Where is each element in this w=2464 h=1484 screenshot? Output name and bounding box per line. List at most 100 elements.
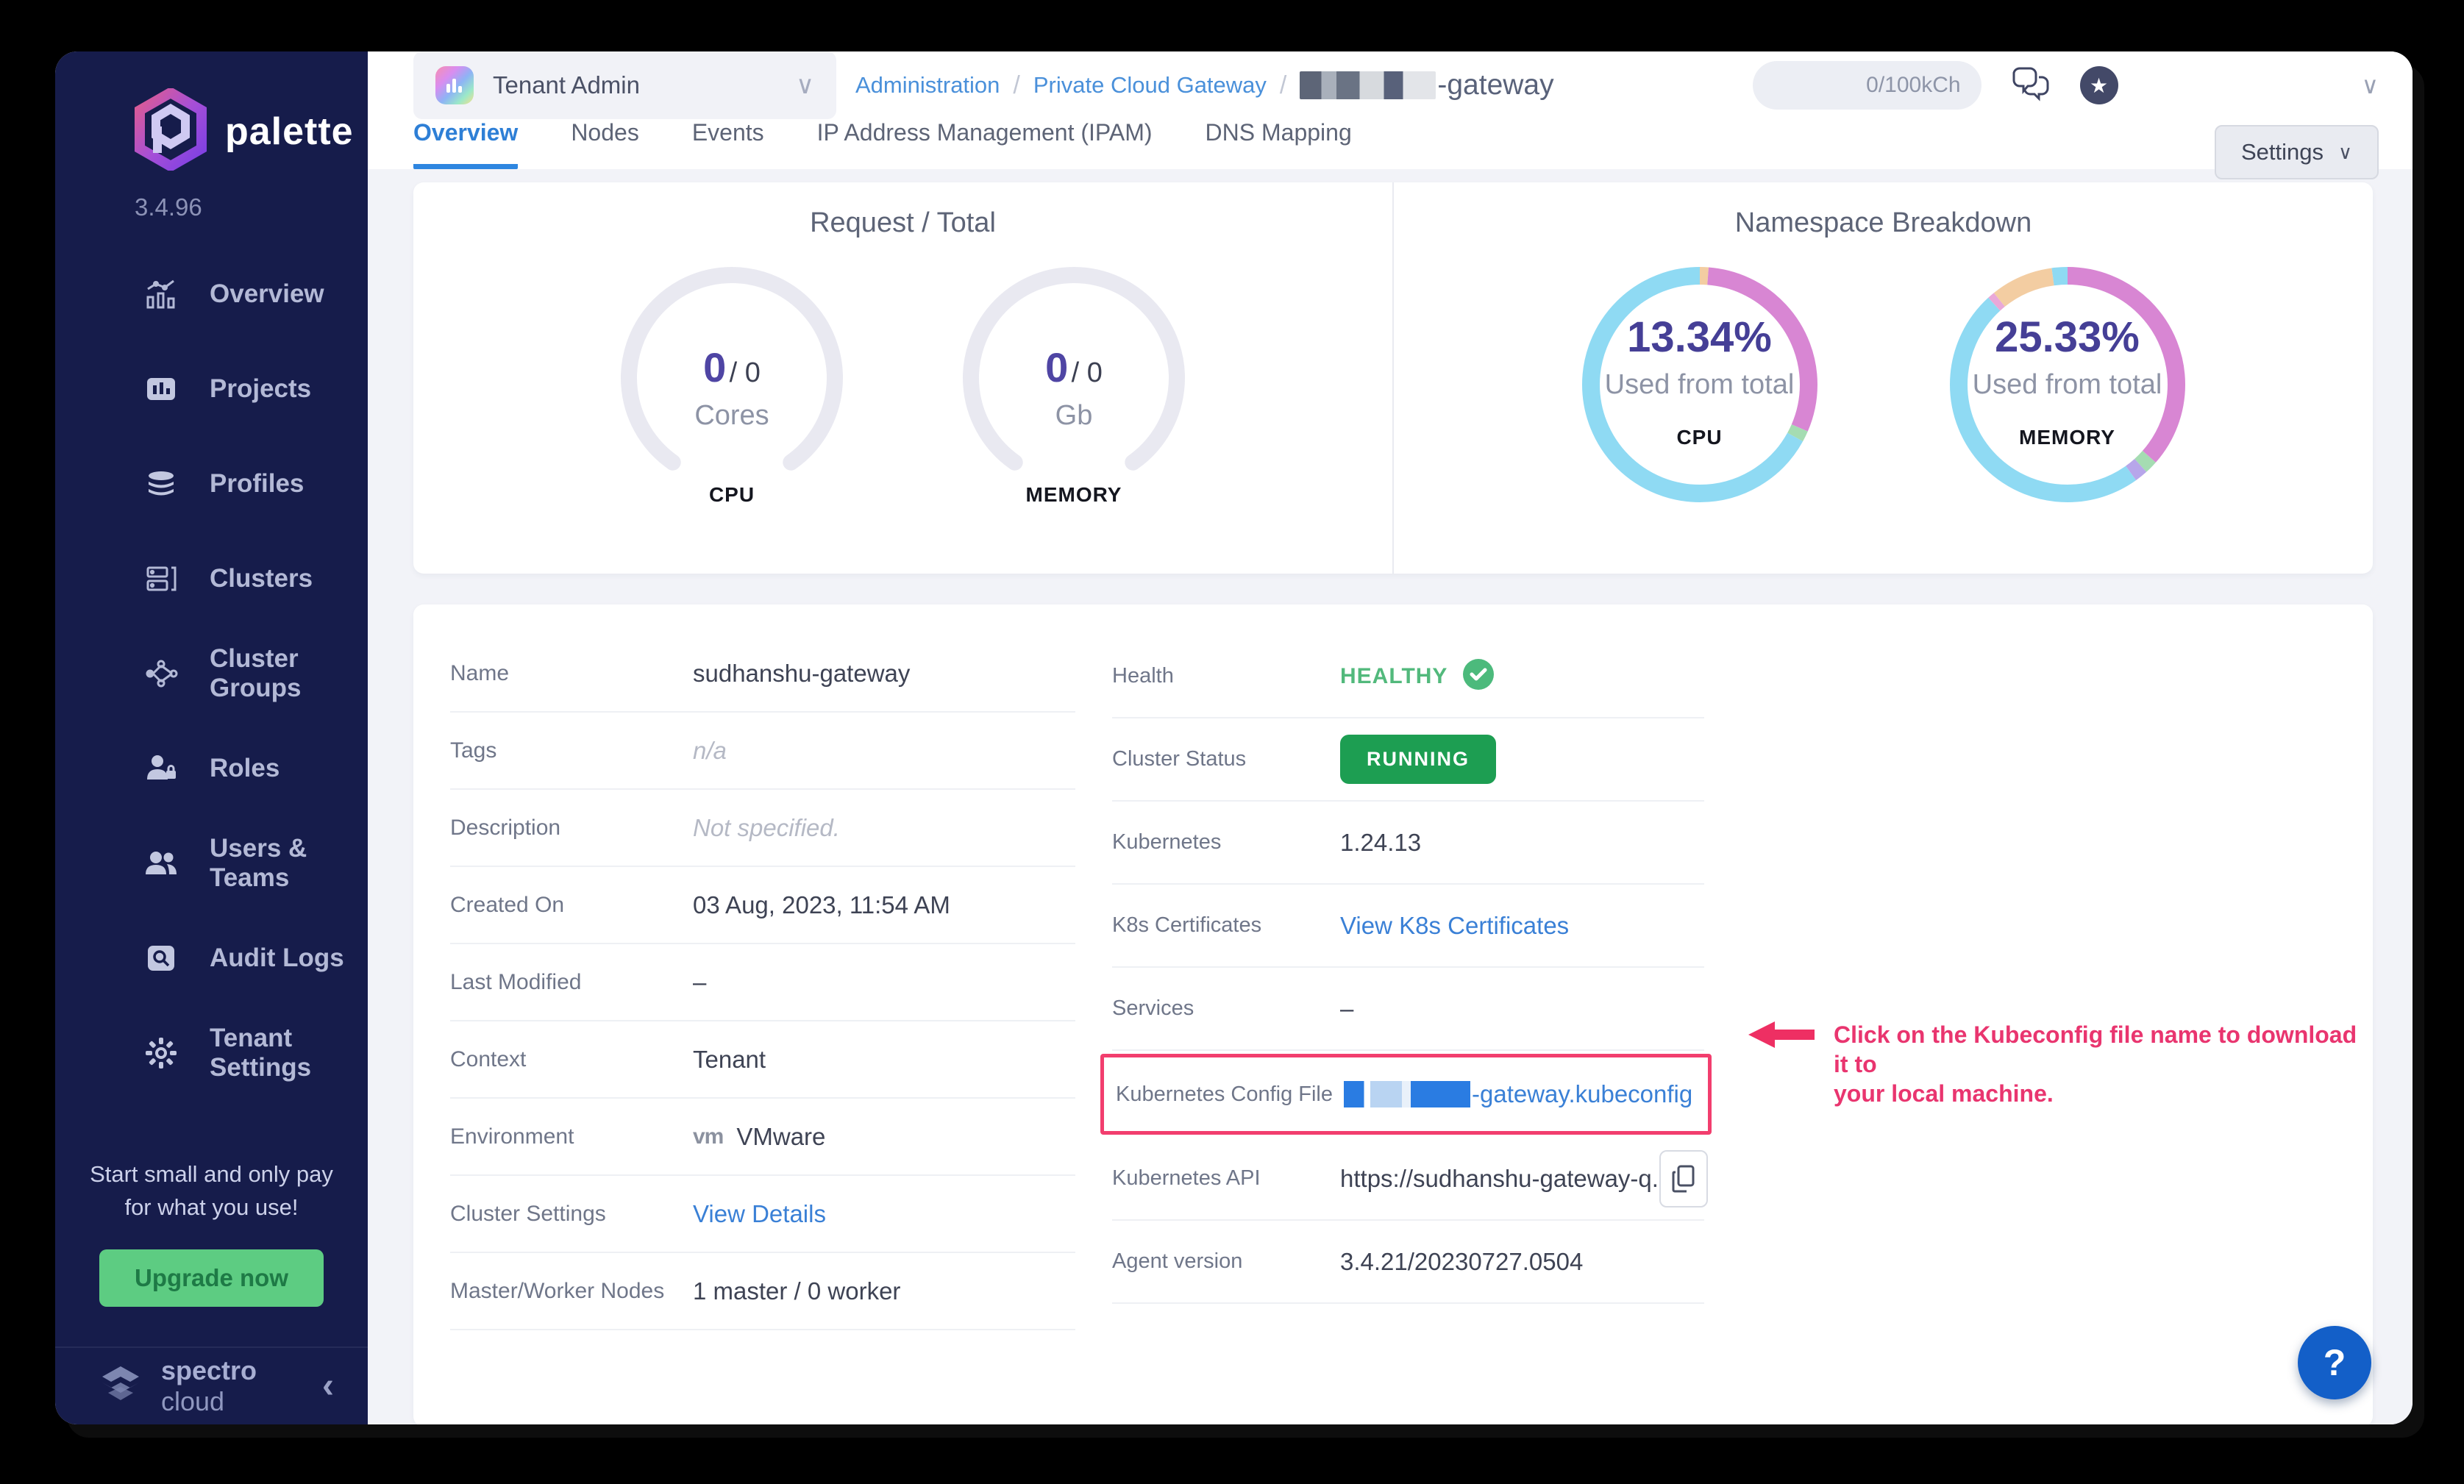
app-window: palette 3.4.96 Overview — [55, 51, 2413, 1424]
users-icon — [143, 846, 179, 881]
kubeconfig-download-link[interactable]: -gateway.kubeconfig — [1344, 1080, 1692, 1108]
row-name: Name sudhanshu-gateway — [450, 635, 1075, 713]
vmware-icon: vm — [693, 1124, 723, 1149]
view-details-link[interactable]: View Details — [693, 1200, 826, 1228]
upgrade-promo: Start small and only pay for what you us… — [55, 1158, 368, 1307]
tenant-admin-icon — [435, 66, 474, 104]
cluster-name-value: sudhanshu-gateway — [693, 660, 910, 688]
sidebar-collapse-chevron-icon[interactable]: ‹ — [322, 1369, 334, 1404]
sidebar-item-profiles[interactable]: Profiles — [55, 436, 368, 531]
memory-total-value: 0 — [1087, 357, 1103, 388]
row-services: Services – — [1112, 968, 1704, 1051]
sidebar-item-clusters[interactable]: Clusters — [55, 531, 368, 626]
memory-donut: 25.33% Used from total MEMORY — [1943, 260, 2193, 510]
running-status-pill: RUNNING — [1340, 735, 1496, 784]
tab-events[interactable]: Events — [692, 119, 764, 169]
row-k8s-certificates: K8s Certificates View K8s Certificates — [1112, 885, 1704, 968]
breadcrumb-separator: / — [1280, 71, 1286, 100]
layers-icon — [143, 466, 179, 502]
sidebar-item-label: Roles — [210, 754, 279, 783]
user-menu-chevron-icon[interactable]: ∨ — [2362, 71, 2379, 99]
namespace-breakdown-title: Namespace Breakdown — [1394, 207, 2373, 239]
redacted-kubeconfig-prefix — [1344, 1081, 1470, 1107]
row-context: Context Tenant — [450, 1021, 1075, 1099]
breadcrumb-separator: / — [1013, 71, 1019, 100]
row-agent-version: Agent version 3.4.21/20230727.0504 — [1112, 1221, 1704, 1304]
sidebar-item-projects[interactable]: Projects — [55, 341, 368, 436]
sidebar-item-cluster-groups[interactable]: Cluster Groups — [55, 626, 368, 721]
row-cluster-settings: Cluster Settings View Details — [450, 1176, 1075, 1253]
charts-card: Request / Total 0 / 0 Cores CPU — [413, 182, 2373, 574]
sidebar-item-overview[interactable]: Overview — [55, 246, 368, 341]
sidebar-item-label: Clusters — [210, 564, 313, 593]
sidebar: palette 3.4.96 Overview — [55, 51, 368, 1424]
row-cluster-status: Cluster Status RUNNING — [1112, 718, 1704, 802]
brand-name: palette — [225, 110, 354, 154]
overview-chart-icon — [143, 277, 179, 312]
help-button[interactable]: ? — [2298, 1326, 2371, 1399]
content: Request / Total 0 / 0 Cores CPU — [368, 169, 2413, 1424]
tab-overview[interactable]: Overview — [413, 119, 518, 169]
sidebar-item-label: Tenant Settings — [210, 1024, 368, 1082]
tab-dns-mapping[interactable]: DNS Mapping — [1206, 119, 1352, 169]
cpu-gauge: 0 / 0 Cores CPU — [618, 264, 846, 507]
sidebar-item-label: Audit Logs — [210, 943, 344, 973]
projects-icon — [143, 371, 179, 407]
memory-percent: 25.33% — [1943, 313, 2193, 362]
chevron-down-icon: ∨ — [2338, 141, 2352, 164]
row-health: Health HEALTHY — [1112, 635, 1704, 718]
view-k8s-certificates-link[interactable]: View K8s Certificates — [1340, 912, 1569, 940]
row-environment: Environment vm VMware — [450, 1099, 1075, 1176]
spectro-cloud-logo-icon — [98, 1365, 143, 1408]
row-kubernetes: Kubernetes 1.24.13 — [1112, 802, 1704, 885]
sidebar-item-audit-logs[interactable]: Audit Logs — [55, 910, 368, 1005]
kubeconfig-annotation: Click on the Kubeconfig file name to dow… — [1748, 1020, 2373, 1108]
sidebar-item-tenant-settings[interactable]: Tenant Settings — [55, 1005, 368, 1100]
settings-button[interactable]: Settings ∨ — [2215, 125, 2379, 179]
sidebar-item-label: Users & Teams — [210, 834, 368, 893]
sidebar-item-roles[interactable]: Roles — [55, 721, 368, 816]
sidebar-item-label: Projects — [210, 374, 311, 404]
sidebar-nav: Overview Projects Profiles — [55, 246, 368, 1100]
tab-nodes[interactable]: Nodes — [571, 119, 639, 169]
row-created-on: Created On 03 Aug, 2023, 11:54 AM — [450, 867, 1075, 944]
star-badge-button[interactable]: ★ — [2080, 66, 2118, 104]
row-last-modified: Last Modified – — [450, 944, 1075, 1021]
main-area: Tenant Admin ∨ Administration / Private … — [368, 51, 2413, 1424]
scope-label: Tenant Admin — [493, 71, 640, 99]
row-master-worker-nodes: Master/Worker Nodes 1 master / 0 worker — [450, 1253, 1075, 1330]
sidebar-item-label: Profiles — [210, 469, 304, 499]
upgrade-now-button[interactable]: Upgrade now — [99, 1249, 324, 1307]
details-right-column: Health HEALTHY Cluster Status RUNNING — [1112, 635, 1704, 1405]
memory-caption: MEMORY — [960, 483, 1188, 507]
audit-magnifier-icon — [143, 941, 179, 976]
scope-selector[interactable]: Tenant Admin ∨ — [413, 51, 836, 119]
breadcrumb-administration[interactable]: Administration — [855, 72, 1000, 99]
sidebar-item-users-teams[interactable]: Users & Teams — [55, 816, 368, 910]
cpu-percent: 13.34% — [1575, 313, 1825, 362]
topbar: Tenant Admin ∨ Administration / Private … — [368, 51, 2413, 119]
promo-text: Start small and only pay for what you us… — [55, 1158, 368, 1224]
memory-unit: Gb — [960, 400, 1188, 432]
namespace-breakdown-panel: Namespace Breakdown 13.34% Used from tot… — [1394, 182, 2373, 574]
person-lock-icon — [143, 751, 179, 786]
star-icon: ★ — [2080, 66, 2118, 104]
tab-ipam[interactable]: IP Address Management (IPAM) — [817, 119, 1153, 169]
breadcrumb: Administration / Private Cloud Gateway /… — [855, 69, 1554, 101]
request-total-panel: Request / Total 0 / 0 Cores CPU — [413, 182, 1394, 574]
gear-icon — [143, 1035, 179, 1071]
cpu-unit: Cores — [618, 400, 846, 432]
breadcrumb-private-cloud-gateway[interactable]: Private Cloud Gateway — [1033, 72, 1267, 99]
details-left-column: Name sudhanshu-gateway Tags n/a Descript… — [450, 635, 1075, 1405]
annotation-text: Click on the Kubeconfig file name to dow… — [1834, 1020, 2373, 1108]
brand-row: palette — [132, 88, 346, 174]
request-total-title: Request / Total — [413, 207, 1392, 239]
sidebar-footer: spectro cloud ‹ — [55, 1346, 368, 1424]
clusters-icon — [143, 561, 179, 596]
tabs-row: Overview Nodes Events IP Address Managem… — [368, 119, 2413, 169]
redacted-username[interactable] — [2146, 72, 2334, 99]
chat-button[interactable] — [2009, 65, 2052, 105]
row-tags: Tags n/a — [450, 713, 1075, 790]
copy-api-url-button[interactable] — [1659, 1150, 1708, 1207]
memory-gauge: 0 / 0 Gb MEMORY — [960, 264, 1188, 507]
